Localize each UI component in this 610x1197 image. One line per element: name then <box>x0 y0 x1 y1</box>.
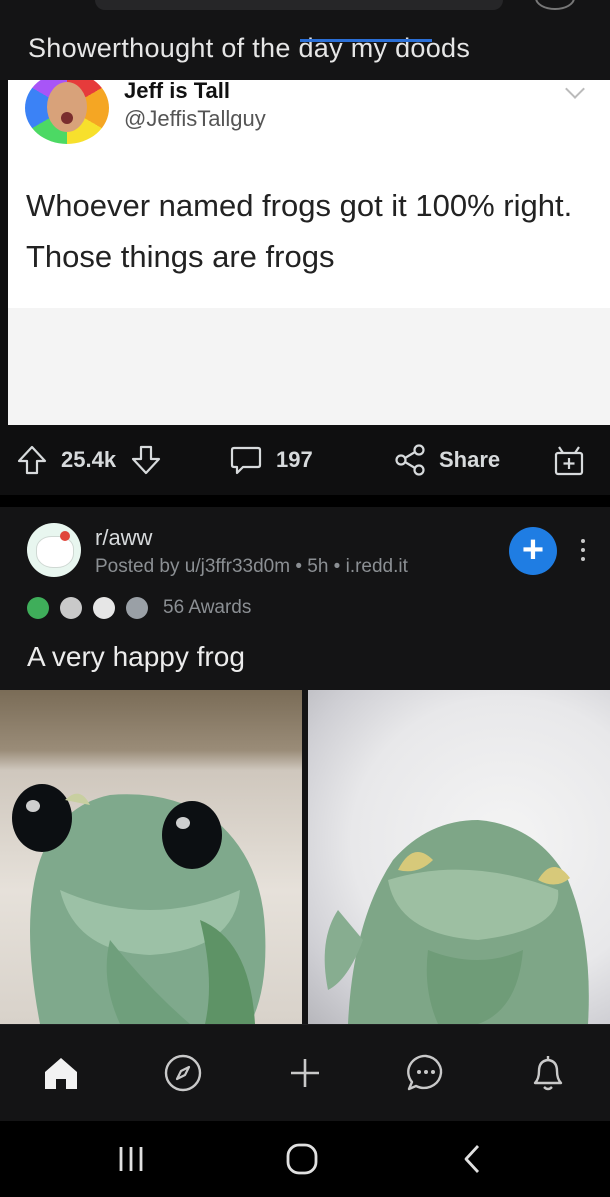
system-navigation-bar <box>0 1121 610 1197</box>
frog-photo-left[interactable] <box>0 690 302 1024</box>
recent-apps-icon[interactable] <box>111 1139 151 1179</box>
post-meta: Posted by u/j3ffr33d0m • 5h • i.redd.it <box>95 556 408 577</box>
more-options-icon[interactable] <box>575 539 591 565</box>
post-header-strip: Showerthought of the day my doods <box>0 0 610 80</box>
home-icon[interactable] <box>39 1051 83 1095</box>
notifications-icon[interactable] <box>526 1051 570 1095</box>
frog-award-icon <box>27 597 49 619</box>
upvote-icon[interactable] <box>16 444 48 476</box>
tweet-blank-area <box>8 308 610 425</box>
share-button[interactable]: Share <box>393 425 500 495</box>
downvote-icon[interactable] <box>130 444 162 476</box>
silver-award-icon <box>126 597 148 619</box>
post-title[interactable]: Showerthought of the day my doods <box>28 33 470 64</box>
post-card[interactable]: r/aww Posted by u/j3ffr33d0m • 5h • i.re… <box>0 507 610 690</box>
search-bar-remnant[interactable] <box>95 0 503 10</box>
join-button[interactable]: + <box>509 527 557 575</box>
gift-icon <box>552 443 586 477</box>
comment-icon <box>229 443 263 477</box>
vote-group: 25.4k <box>16 425 162 495</box>
bottom-navigation <box>0 1024 610 1122</box>
share-label: Share <box>439 447 501 472</box>
tweet-text: Whoever named frogs got it 100% right. T… <box>26 188 573 274</box>
title-underline <box>300 39 432 42</box>
post-action-bar: 25.4k 197 Share <box>0 425 610 495</box>
create-post-icon[interactable] <box>283 1051 327 1095</box>
hands-award-icon <box>60 597 82 619</box>
post-title[interactable]: A very happy frog <box>27 641 245 673</box>
tweet-author-handle: @JeffisTallguy <box>124 106 266 131</box>
tweet-screenshot-image[interactable]: Jeff is Tall @JeffisTallguy Whoever name… <box>8 80 610 425</box>
face-award-icon <box>93 597 115 619</box>
profile-icon[interactable] <box>535 0 575 10</box>
subreddit-avatar[interactable] <box>27 523 81 577</box>
chevron-down-icon <box>565 80 585 99</box>
comments-button[interactable]: 197 <box>229 425 313 495</box>
subreddit-name[interactable]: r/aww <box>95 525 152 551</box>
back-icon[interactable] <box>453 1139 493 1179</box>
discover-icon[interactable] <box>161 1051 205 1095</box>
chat-icon[interactable] <box>404 1051 448 1095</box>
share-icon <box>393 443 427 477</box>
comment-count: 197 <box>276 447 313 472</box>
awards-count: 56 Awards <box>163 597 252 618</box>
tweet-author-name: Jeff is Tall <box>124 80 230 103</box>
vote-count: 25.4k <box>61 447 117 472</box>
post-separator <box>0 495 610 507</box>
award-button[interactable] <box>552 425 586 495</box>
frog-photo-right[interactable] <box>308 690 610 1024</box>
awards-row[interactable]: 56 Awards <box>27 595 251 621</box>
home-circle-icon[interactable] <box>282 1139 322 1179</box>
tweet-avatar <box>25 80 109 144</box>
